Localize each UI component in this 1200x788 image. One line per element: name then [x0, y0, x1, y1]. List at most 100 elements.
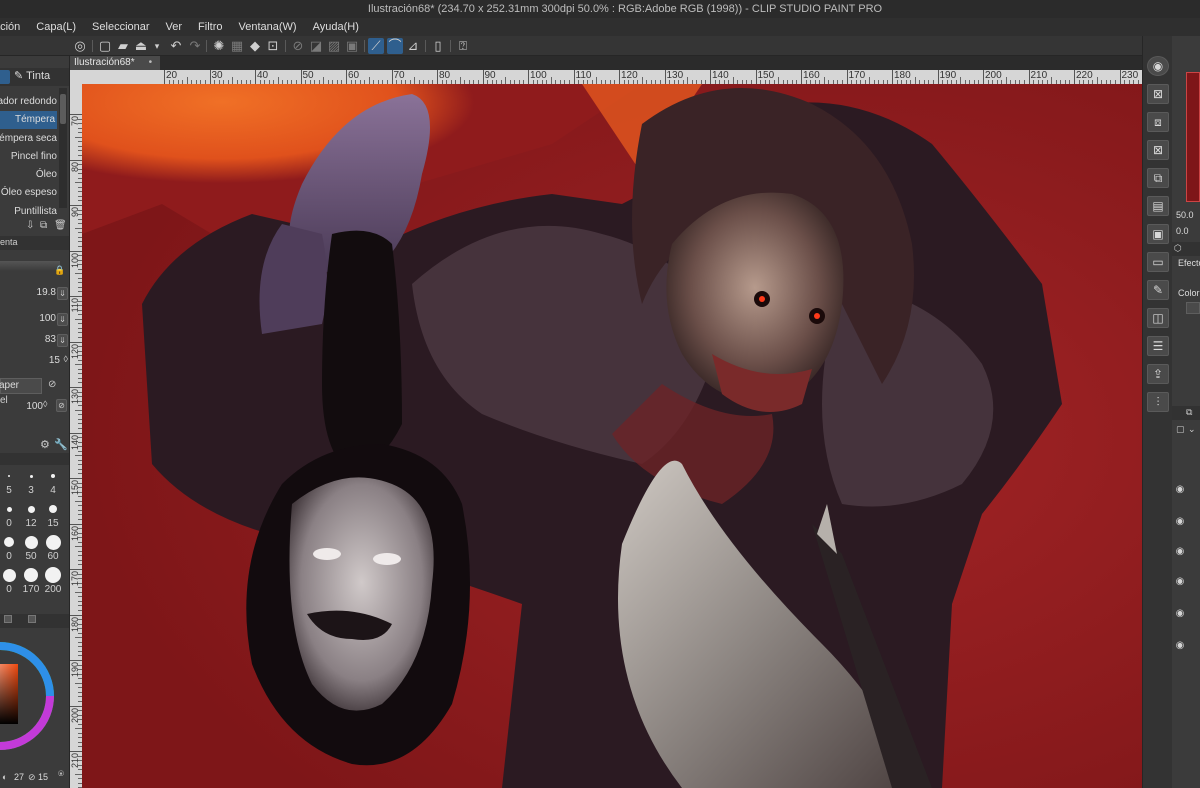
snap-to-grid-icon[interactable]: ⊿ [405, 38, 421, 54]
duplicate-subtool-icon[interactable]: ⧉ [40, 220, 47, 231]
wrench-icon[interactable]: 🔧 [54, 438, 68, 451]
subtool-tab[interactable]: ✎ Tinta [14, 69, 50, 82]
opacity-dropdown-icon[interactable]: ⇓ [57, 313, 68, 326]
paint-amount-dropdown-icon[interactable]: ⇓ [57, 334, 68, 347]
brush-list-scrollbar[interactable] [59, 88, 67, 208]
document-tab[interactable]: Ilustración68* • [70, 56, 161, 70]
clip-studio-icon[interactable]: ◎ [72, 38, 88, 54]
brush-item-round[interactable]: zclador redondo [0, 93, 57, 111]
brush-size-preset[interactable] [8, 475, 10, 477]
color-tab-icon[interactable] [28, 615, 36, 623]
brush-size-preset[interactable] [24, 568, 38, 582]
texture-reset-icon[interactable]: ⊘ [56, 399, 67, 412]
delete-subtool-icon[interactable]: 🗑 [54, 220, 67, 231]
menu-item-view[interactable]: Ver [158, 18, 191, 36]
help-icon[interactable]: ⍰ [455, 38, 471, 54]
layer-blend-icon[interactable]: ▢ [1176, 424, 1185, 435]
brush-size-preset[interactable] [24, 535, 38, 549]
material-import-icon[interactable]: ⇪ [1147, 364, 1169, 384]
snap-to-ruler-icon[interactable]: ⟋ [368, 38, 384, 54]
chevron-down-icon[interactable]: ▾ [149, 38, 165, 54]
material-pattern-icon[interactable]: ⧉ [1147, 168, 1169, 188]
eye-icon[interactable]: ◉ [1174, 516, 1186, 528]
navigator-angle[interactable]: 0.0 [1176, 226, 1189, 236]
material-folder-icon[interactable]: ▭ [1147, 252, 1169, 272]
chevron-down-icon[interactable]: ⌄ [1188, 424, 1196, 435]
eye-icon[interactable]: ◉ [1174, 484, 1186, 496]
save-icon[interactable]: ⏏ [133, 38, 149, 54]
clear-icon[interactable]: ▦ [229, 38, 245, 54]
brush-size-preset[interactable] [45, 567, 61, 583]
brush-size-preset[interactable] [29, 474, 33, 478]
brush-size-dropdown-icon[interactable]: ⇓ [57, 287, 68, 300]
texture-settings-icon[interactable]: ⊘ [48, 379, 56, 390]
color-wheel[interactable] [0, 630, 56, 760]
spinner-arrows-icon[interactable]: ◊ [43, 399, 51, 409]
material-list-icon[interactable]: ☰ [1147, 336, 1169, 356]
opacity-value[interactable]: 100 [39, 313, 56, 324]
paper-texture-field[interactable]: aper [0, 378, 42, 394]
color-settings-icon[interactable]: ⍟ [58, 769, 64, 780]
crop-icon[interactable]: ▣ [344, 38, 360, 54]
brush-item-thick-oil[interactable]: Óleo espeso [1, 184, 57, 202]
brush-size-preset[interactable] [27, 505, 35, 513]
brush-item-dry-tempera[interactable]: Témpera seca [0, 130, 57, 148]
menu-item-select[interactable]: Seleccionar [84, 18, 157, 36]
layer-color-swatch[interactable] [1186, 302, 1200, 314]
canvas[interactable] [82, 84, 1142, 788]
transform-icon[interactable]: ⊡ [265, 38, 281, 54]
eye-icon[interactable]: ◉ [1174, 640, 1186, 652]
paint-amount-value[interactable]: 83 [45, 334, 56, 345]
menu-item-layer[interactable]: Capa(L) [28, 18, 84, 36]
navigator-zoom[interactable]: 50.0 [1176, 210, 1194, 220]
smartphone-icon[interactable]: ▯ [430, 38, 446, 54]
adjust-icon[interactable]: ⫶ [1147, 392, 1169, 412]
brush-size-preset[interactable] [51, 474, 55, 478]
material-icon[interactable]: ⊠ [1147, 84, 1169, 104]
color-tab-icon[interactable] [4, 615, 12, 623]
spinner-arrows-icon[interactable]: ◊ [64, 354, 68, 364]
menu-item-window[interactable]: Ventana(W) [231, 18, 305, 36]
paint-density-value[interactable]: 15 [49, 355, 60, 366]
clear-outside-icon[interactable]: ▨ [326, 38, 342, 54]
redo-icon[interactable]: ↷ [187, 38, 203, 54]
loading-spinner-icon[interactable]: ✺ [211, 38, 227, 54]
brush-size-preset[interactable] [4, 537, 14, 547]
open-folder-icon[interactable]: ▰ [115, 38, 131, 54]
brush-size-preset[interactable] [49, 505, 57, 513]
new-file-icon[interactable]: ▢ [97, 38, 113, 54]
deselect-icon[interactable]: ⊘ [290, 38, 306, 54]
brush-size-value[interactable]: 19.8 [37, 287, 56, 298]
material-document-icon[interactable]: ▤ [1147, 196, 1169, 216]
navigator-thumbnail[interactable] [1186, 72, 1200, 202]
material-frame-icon[interactable]: ▣ [1147, 224, 1169, 244]
material-edit-icon[interactable]: ✎ [1147, 280, 1169, 300]
download-subtool-icon[interactable]: ⇩ [26, 220, 34, 231]
subtool-tab-active[interactable] [0, 70, 10, 84]
close-tab-icon[interactable]: • [149, 57, 153, 68]
brush-item-fine-brush[interactable]: Pincel fino [11, 148, 57, 166]
menu-item-help[interactable]: Ayuda(H) [305, 18, 367, 36]
menu-item-animation[interactable]: ación [0, 18, 28, 36]
eye-icon[interactable]: ◉ [1174, 576, 1186, 588]
eyedropper-icon[interactable]: ◐ [2, 772, 7, 782]
snap-to-special-ruler-icon[interactable]: ⌒ [387, 38, 403, 54]
item-bank-icon[interactable]: ⊠ [1147, 140, 1169, 160]
brush-size-preset[interactable] [2, 568, 16, 582]
brush-item-tempera[interactable]: Témpera [0, 111, 57, 129]
brush-size-preset[interactable] [45, 534, 61, 550]
sub-view-icon[interactable]: ⧈ [1147, 112, 1169, 132]
material-camera-icon[interactable]: ◫ [1147, 308, 1169, 328]
layer-tab[interactable]: ⧉ [1172, 406, 1200, 420]
vertical-ruler[interactable]: 70 80 90 100 110 120 130 140 150 160 170 180 190 200 2… [70, 84, 82, 788]
navigator-icon[interactable]: ◉ [1147, 56, 1169, 76]
texture-density-value[interactable]: 100 [26, 401, 43, 412]
scrollbar-thumb[interactable] [60, 94, 66, 124]
horizontal-ruler[interactable]: 20 30 40 50 60 70 80 90 100 110 120 130 140 150 160 170… [70, 70, 1142, 84]
eye-icon[interactable]: ◉ [1174, 608, 1186, 620]
brush-size-preset[interactable] [6, 506, 12, 512]
invert-selection-icon[interactable]: ◪ [308, 38, 324, 54]
settings-icon[interactable]: ⚙ [40, 438, 50, 451]
fill-bucket-icon[interactable]: ◆ [247, 38, 263, 54]
menu-item-filter[interactable]: Filtro [190, 18, 230, 36]
